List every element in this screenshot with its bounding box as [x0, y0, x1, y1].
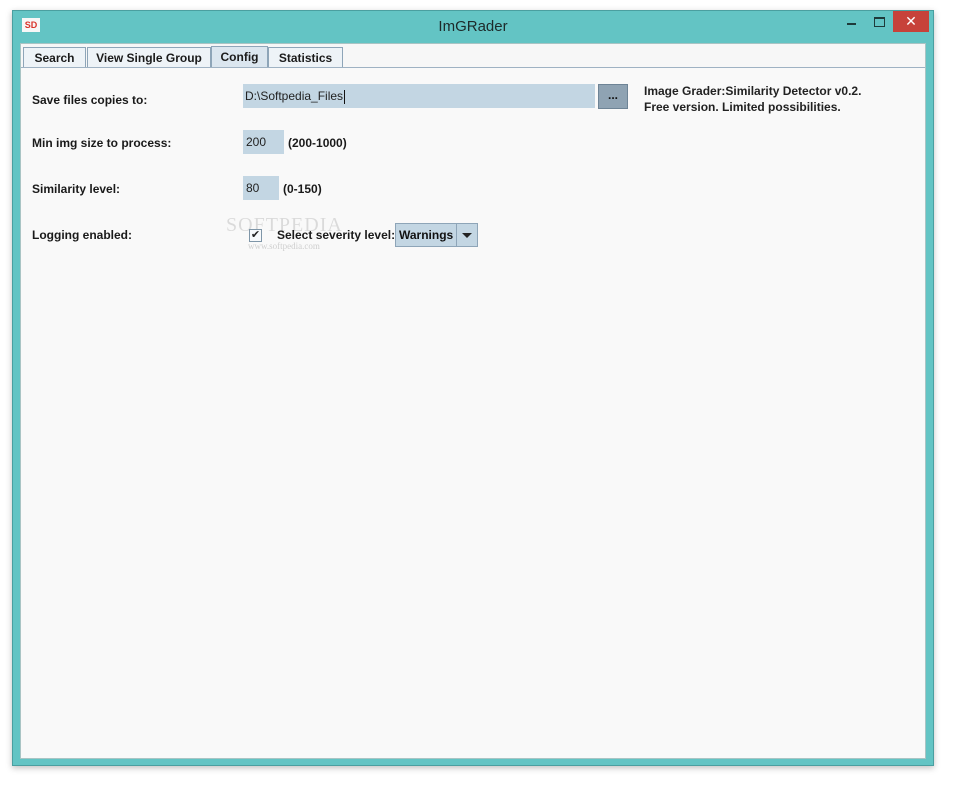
tab-config[interactable]: Config	[211, 46, 268, 69]
config-panel: Save files copies to: D:\Softpedia_Files…	[21, 67, 925, 758]
tab-search[interactable]: Search	[23, 47, 86, 68]
browse-button[interactable]: ...	[598, 84, 628, 109]
min-size-label: Min img size to process:	[32, 136, 172, 150]
check-icon: ✔	[250, 229, 261, 241]
chevron-down-icon[interactable]	[456, 224, 477, 246]
save-path-value: D:\Softpedia_Files	[245, 89, 344, 103]
logging-checkbox[interactable]: ✔	[249, 229, 262, 242]
save-path-input[interactable]: D:\Softpedia_Files	[243, 84, 595, 108]
watermark-url: www.softpedia.com	[248, 241, 320, 251]
similarity-input[interactable]: 80	[243, 176, 279, 200]
close-icon: ✕	[905, 13, 917, 29]
title-bar[interactable]: SD ImGRader ✕	[13, 11, 933, 43]
min-size-input[interactable]: 200	[243, 130, 284, 154]
severity-select[interactable]: Warnings	[395, 223, 478, 247]
tab-statistics[interactable]: Statistics	[268, 47, 343, 68]
minimize-button[interactable]	[838, 11, 866, 33]
version-info-line1: Image Grader:Similarity Detector v0.2.	[644, 84, 862, 98]
logging-label: Logging enabled:	[32, 228, 132, 242]
app-window: SD ImGRader ✕ Search View Single Group C…	[12, 10, 934, 766]
similarity-range: (0-150)	[283, 182, 322, 196]
severity-label: Select severity level:	[277, 228, 396, 242]
text-caret	[344, 89, 346, 104]
tab-view-single-group[interactable]: View Single Group	[87, 47, 211, 68]
window-title: ImGRader	[438, 18, 508, 35]
maximize-icon	[874, 17, 885, 27]
save-files-label: Save files copies to:	[32, 93, 148, 107]
version-info: Image Grader:Similarity Detector v0.2. F…	[644, 83, 861, 115]
minimize-icon	[847, 23, 856, 25]
maximize-button[interactable]	[866, 11, 892, 33]
similarity-label: Similarity level:	[32, 182, 121, 196]
close-button[interactable]: ✕	[893, 11, 929, 32]
severity-value: Warnings	[399, 228, 454, 242]
version-info-line2: Free version. Limited possibilities.	[644, 100, 841, 114]
client-area: Search View Single Group Config Statisti…	[20, 43, 926, 759]
min-size-range: (200-1000)	[288, 136, 347, 150]
